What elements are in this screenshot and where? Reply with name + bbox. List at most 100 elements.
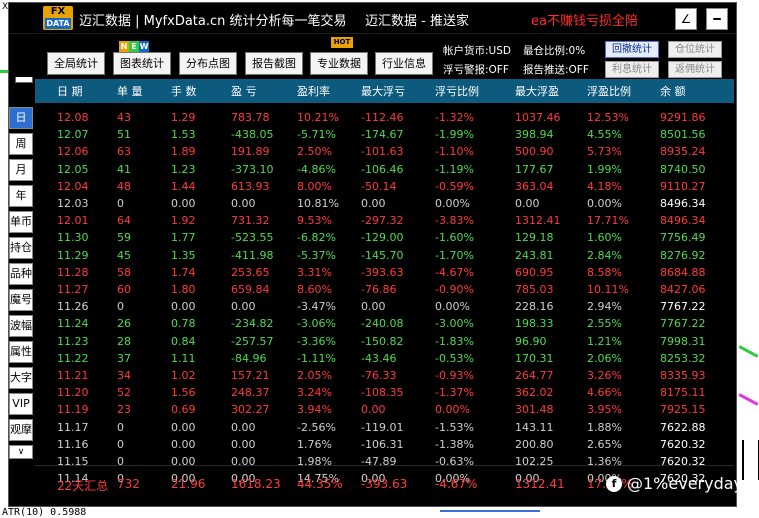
- cell-balance: 9291.86: [660, 111, 706, 124]
- table-row[interactable]: 11.16 0 0.00 0.00 1.76% -106.31 -1.38% 200.80 2.…: [35, 437, 734, 454]
- cell-pl: 0.00: [231, 455, 256, 468]
- table-row[interactable]: 11.27 60 1.80 659.84 8.60% -76.86 -0.90% 785.03…: [35, 282, 734, 299]
- cell-max-gain: 301.48: [515, 403, 554, 417]
- sidebar-button-4[interactable]: 单币: [9, 211, 33, 233]
- drawdown-stats-button[interactable]: 回撤统计: [605, 41, 659, 58]
- sidebar-button-8[interactable]: 波幅: [9, 315, 33, 337]
- table-row[interactable]: 12.01 64 1.92 731.32 9.53% -297.32 -3.83% 1312.…: [35, 213, 734, 230]
- cell-balance: 7767.22: [660, 317, 706, 331]
- cell-lots: 1.53: [171, 128, 196, 142]
- sidebar-button-6[interactable]: 品种: [9, 263, 33, 285]
- cell-orders: 28: [117, 334, 131, 348]
- cell-max-gain: 143.11: [515, 420, 554, 434]
- sidebar-button-10[interactable]: 大字: [9, 367, 33, 389]
- table-row[interactable]: 12.05 41 1.23 -373.10 -4.86% -106.46 -1.19% 177…: [35, 162, 734, 179]
- sidebar-button-12[interactable]: 观摩: [9, 419, 33, 441]
- cell-max-loss: -43.46: [361, 351, 397, 365]
- sidebar-button-9[interactable]: 属性: [9, 341, 33, 363]
- cell-loss-ratio: -0.93%: [435, 369, 474, 382]
- cell-loss-ratio: -0.59%: [435, 179, 474, 193]
- cell-rate: -3.47%: [297, 300, 336, 314]
- table-row[interactable]: 11.17 0 0.00 0.00 -2.56% -119.01 -1.53% 143.11 1…: [35, 420, 734, 437]
- toolbar: N E W HOT 全局统计 图表统计 分布点图 报告截图 专业数据 行业信息 …: [9, 35, 736, 78]
- sidebar-button-7[interactable]: 魔号: [9, 289, 33, 311]
- cell-orders: 58: [117, 265, 131, 279]
- column-header-pl: 盈 亏: [231, 85, 257, 98]
- cell-orders: 26: [117, 317, 131, 331]
- table-row[interactable]: 11.30 59 1.77 -523.55 -6.82% -129.00 -1.60% 129…: [35, 230, 734, 247]
- table-row[interactable]: 11.23 28 0.84 -257.57 -3.36% -150.82 -1.83% 96.…: [35, 334, 734, 351]
- cell-balance: 8175.11: [660, 386, 706, 400]
- cell-balance: 8253.32: [660, 351, 706, 365]
- report-screenshot-button[interactable]: 报告截图: [245, 52, 303, 75]
- table-row[interactable]: 11.15 0 0.00 0.00 1.98% -47.89 -0.63% 102.25 1.3…: [35, 454, 734, 471]
- cell-orders: 0: [117, 455, 124, 468]
- table-row[interactable]: 11.29 45 1.35 -411.98 -5.37% -145.70 -1.70% 243…: [35, 248, 734, 265]
- global-stats-button[interactable]: 全局统计: [47, 52, 105, 75]
- table-row[interactable]: 11.19 23 0.69 302.27 3.94% 0.00 0.00% 301.48 3.9…: [35, 402, 734, 419]
- cell-gain-ratio: 1.60%: [587, 231, 622, 245]
- industry-info-button[interactable]: 行业信息: [375, 52, 433, 75]
- minimize-button[interactable]: ∠: [675, 8, 697, 30]
- cell-lots: 1.02: [171, 369, 196, 382]
- period-sidebar: 日周月年单币持仓品种魔号波幅属性大字 VIP 观摩 ∨: [9, 107, 33, 463]
- cell-max-gain: 96.90: [515, 334, 547, 348]
- cell-orders: 37: [117, 351, 131, 365]
- table-row[interactable]: 12.03 0 0.00 0.00 10.81% 0.00 0.00% 0.00 0.00% 84…: [35, 196, 734, 213]
- position-stats-button[interactable]: 仓位统计: [668, 41, 722, 58]
- table-row[interactable]: 11.26 0 0.00 0.00 -3.47% 0.00 0.00% 228.16 2.94%…: [35, 299, 734, 316]
- close-button[interactable]: ━: [706, 8, 728, 30]
- cell-loss-ratio: -0.63%: [435, 455, 474, 468]
- sidebar-button-13[interactable]: ∨: [9, 445, 33, 459]
- sidebar-button-2[interactable]: 月: [9, 159, 33, 181]
- cell-date: 11.19: [57, 403, 89, 417]
- cell-gain-ratio: 2.06%: [587, 351, 622, 365]
- table-row[interactable]: 11.20 52 1.56 248.37 3.24% -108.35 -1.37% 362.0…: [35, 385, 734, 402]
- cell-lots: 0.00: [171, 455, 196, 468]
- title-bar: FX DATA 迈汇数据 | MyfxData.cn 统计分析每一笔交易 迈汇数…: [9, 3, 736, 34]
- cell-balance: 7767.22: [660, 300, 706, 314]
- table-row[interactable]: 11.21 34 1.02 157.21 2.05% -76.33 -0.93% 264.77…: [35, 368, 734, 385]
- cell-pl: 0.00: [231, 300, 256, 314]
- sidebar-button-1[interactable]: 周: [9, 133, 33, 155]
- table-row[interactable]: 11.22 37 1.11 -84.96 -1.11% -43.46 -0.53% 170.3…: [35, 351, 734, 368]
- cell-max-gain: 500.90: [515, 145, 554, 159]
- pro-data-button[interactable]: 专业数据: [310, 52, 368, 75]
- cell-date: 12.05: [57, 162, 89, 176]
- cell-pl: -234.82: [231, 317, 274, 331]
- table-row[interactable]: 11.28 58 1.74 253.65 3.31% -393.63 -4.67% 690.9…: [35, 265, 734, 282]
- sidebar-button-11[interactable]: VIP: [9, 393, 33, 415]
- cell-max-loss: -47.89: [361, 455, 397, 468]
- cell-lots: 0.00: [171, 300, 196, 314]
- cell-pl: -438.05: [231, 128, 274, 142]
- sidebar-button-3[interactable]: 年: [9, 185, 33, 207]
- column-header-date: 日 期: [57, 85, 83, 98]
- cell-date: 12.03: [57, 197, 89, 210]
- cell-max-gain: 170.31: [515, 351, 554, 365]
- chart-stats-button[interactable]: 图表统计: [113, 52, 171, 75]
- cell-lots: 1.77: [171, 231, 196, 245]
- cell-pl: 731.32: [231, 214, 270, 228]
- position-ratio: 最仓比例:0%: [523, 45, 586, 57]
- column-header-orders: 单 量: [117, 85, 143, 98]
- cell-max-loss: -174.67: [361, 128, 404, 142]
- table-row[interactable]: 12.08 43 1.29 783.78 10.21% -112.46 -1.32% 1037…: [35, 110, 734, 127]
- cell-orders: 0: [117, 197, 124, 210]
- distribution-chart-button[interactable]: 分布点图: [179, 52, 237, 75]
- cell-date: 11.17: [57, 420, 89, 434]
- table-row[interactable]: 12.04 48 1.44 613.93 8.00% -50.14 -0.59% 363.04…: [35, 179, 734, 196]
- cell-lots: 1.29: [171, 111, 196, 124]
- table-row[interactable]: 12.06 63 1.89 191.89 2.50% -101.63 -1.10% 500.9…: [35, 144, 734, 161]
- sidebar-button-0[interactable]: 日: [9, 107, 33, 129]
- interest-stats-button[interactable]: 利息统计: [605, 61, 659, 78]
- cell-loss-ratio: -1.38%: [435, 437, 474, 451]
- table-row[interactable]: 12.07 51 1.53 -438.05 -5.71% -174.67 -1.99% 398…: [35, 127, 734, 144]
- sidebar-button-5[interactable]: 持仓: [9, 237, 33, 259]
- cell-loss-ratio: 0.00%: [435, 403, 470, 417]
- cell-gain-ratio: 1.21%: [587, 334, 622, 348]
- cell-pl: 0.00: [231, 197, 256, 210]
- cell-rate: 8.60%: [297, 283, 332, 296]
- table-row[interactable]: 11.24 26 0.78 -234.82 -3.06% -240.08 -3.00% 198…: [35, 316, 734, 333]
- rebate-stats-button[interactable]: 返佣统计: [668, 61, 722, 78]
- cell-max-gain: 177.67: [515, 162, 554, 176]
